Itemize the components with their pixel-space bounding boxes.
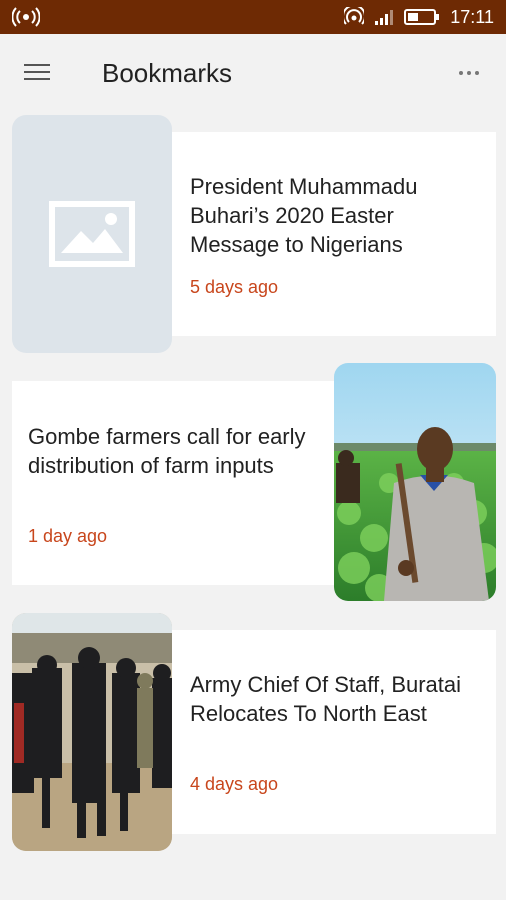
more-options-button[interactable] [454, 58, 484, 88]
hotspot-icon [344, 7, 365, 25]
bookmark-thumbnail[interactable] [12, 613, 172, 851]
bookmark-title[interactable]: Gombe farmers call for early distributio… [28, 422, 323, 480]
page-title: Bookmarks [102, 58, 233, 88]
broadcast-icon [12, 7, 40, 27]
app-bar: Bookmarks [0, 34, 506, 116]
bookmark-time: 4 days ago [190, 774, 279, 794]
signal-icon [375, 10, 394, 25]
farmer-photo [334, 363, 496, 601]
soldiers-photo [12, 613, 172, 851]
status-bar: 17:11 [0, 0, 506, 34]
bookmark-title[interactable]: Army Chief Of Staff, Buratai Relocates T… [190, 670, 475, 728]
battery-icon [404, 9, 440, 25]
more-dot [475, 71, 479, 75]
menu-icon-line [24, 71, 50, 73]
bookmark-time: 1 day ago [28, 526, 108, 546]
bookmark-time: 5 days ago [190, 277, 279, 297]
bookmark-title[interactable]: President Muhammadu Buhari’s 2020 Easter… [190, 172, 475, 259]
menu-icon-line [24, 78, 50, 80]
menu-icon-line [24, 64, 50, 66]
menu-button[interactable] [22, 60, 56, 90]
clock: 17:11 [450, 6, 494, 27]
more-dot [459, 71, 463, 75]
bookmark-thumbnail[interactable] [12, 115, 172, 353]
image-placeholder-icon [49, 201, 135, 267]
bookmark-thumbnail[interactable] [334, 363, 496, 601]
more-dot [467, 71, 471, 75]
